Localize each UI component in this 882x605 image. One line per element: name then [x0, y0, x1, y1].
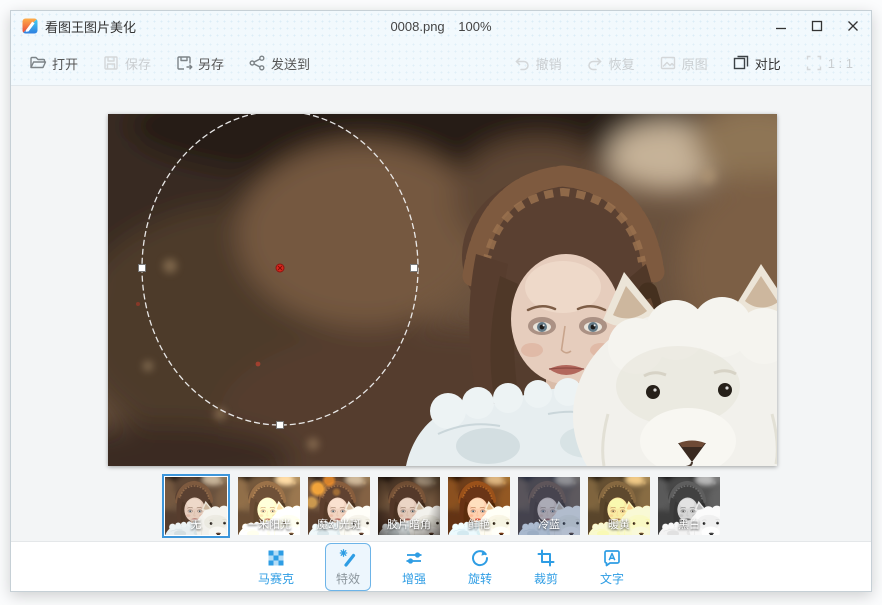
magic-wand-icon [338, 548, 358, 568]
filter-none-preview [165, 477, 227, 535]
undo-label: 撤销 [536, 54, 562, 73]
minimize-icon [775, 20, 787, 32]
filter-cool-blue[interactable]: 冷蓝 [518, 477, 580, 535]
filter-warm-yellow[interactable]: 暖黄 [588, 477, 650, 535]
redo-button[interactable]: 恢复 [586, 54, 635, 73]
main-toolbar: 打开 保存 另存 发送到 撤销 恢复 [11, 41, 871, 86]
selection-center-marker[interactable] [276, 264, 284, 272]
document-title: 0008.png 100% [11, 19, 871, 34]
save-as-button[interactable]: 另存 [175, 54, 224, 73]
tool-text[interactable]: 文字 [589, 543, 635, 591]
send-to-label: 发送到 [271, 54, 310, 73]
tool-enhance[interactable]: 增强 [391, 543, 437, 591]
maximize-icon [811, 20, 823, 32]
undo-button[interactable]: 撤销 [513, 54, 562, 73]
selection-handle-left[interactable] [139, 265, 146, 272]
toolbar-right-group: 撤销 恢复 原图 对比 1 : 1 [513, 54, 853, 73]
save-icon [102, 54, 120, 72]
filter-vivid[interactable]: 鲜艳 [448, 477, 510, 535]
close-icon [847, 20, 859, 32]
close-button[interactable] [835, 11, 871, 41]
filter-film-vignette-preview [378, 477, 440, 535]
tool-mosaic[interactable]: 马赛克 [247, 543, 305, 591]
app-identity: 看图王图片美化 [11, 17, 136, 36]
crop-icon [536, 548, 556, 568]
filter-magic-bokeh[interactable]: 魔幻光斑 [308, 477, 370, 535]
filter-cool-blue-preview [518, 477, 580, 535]
sliders-icon [404, 548, 424, 568]
rotate-icon [470, 548, 490, 568]
minimize-button[interactable] [763, 11, 799, 41]
save-as-label: 另存 [198, 54, 224, 73]
selection-overlay[interactable] [108, 114, 777, 466]
app-logo-icon [22, 18, 38, 34]
photo-canvas[interactable] [108, 114, 777, 466]
tool-enhance-label: 增强 [402, 570, 426, 587]
redo-label: 恢复 [609, 54, 635, 73]
filter-sunshine[interactable]: 一米阳光 [238, 477, 300, 535]
tool-mosaic-label: 马赛克 [258, 570, 294, 587]
filter-sunshine-preview [238, 477, 300, 535]
tool-rotate-label: 旋转 [468, 570, 492, 587]
compare-icon [732, 54, 750, 72]
filter-film-vignette[interactable]: 胶片暗角 [378, 477, 440, 535]
original-image-icon [659, 54, 677, 72]
tool-crop[interactable]: 裁剪 [523, 543, 569, 591]
tool-effects-label: 特效 [336, 570, 360, 587]
file-name: 0008.png [390, 19, 444, 34]
save-button[interactable]: 保存 [102, 54, 151, 73]
maximize-button[interactable] [799, 11, 835, 41]
tool-effects[interactable]: 特效 [325, 543, 371, 591]
selection-handle-bottom[interactable] [277, 422, 284, 429]
filter-magic-bokeh-preview [308, 477, 370, 535]
undo-icon [513, 54, 531, 72]
window-controls [763, 11, 871, 41]
toolbar-left-group: 打开 保存 另存 发送到 [29, 54, 310, 73]
filter-black-white[interactable]: 黑白 [658, 477, 720, 535]
zoom-level: 100% [458, 19, 491, 34]
text-icon [602, 548, 622, 568]
tool-rotate[interactable]: 旋转 [457, 543, 503, 591]
tool-text-label: 文字 [600, 570, 624, 587]
one-to-one-label: 1 : 1 [828, 56, 853, 71]
tools-bar: 马赛克 特效 增强 [11, 541, 871, 591]
original-image-button[interactable]: 原图 [659, 54, 708, 73]
folder-open-icon [29, 54, 47, 72]
redo-icon [586, 54, 604, 72]
original-image-label: 原图 [682, 54, 708, 73]
tool-crop-label: 裁剪 [534, 570, 558, 587]
open-label: 打开 [52, 54, 78, 73]
open-button[interactable]: 打开 [29, 54, 78, 73]
compare-label: 对比 [755, 54, 781, 73]
one-to-one-icon [805, 54, 823, 72]
app-window: 看图王图片美化 0008.png 100% 打开 [10, 10, 872, 592]
share-icon [248, 54, 266, 72]
selection-handle-right[interactable] [411, 265, 418, 272]
filter-strip: 无 一米阳光 魔幻光斑 胶片暗角 鲜艳 [11, 473, 871, 539]
filter-none[interactable]: 无 [162, 474, 230, 538]
save-label: 保存 [125, 54, 151, 73]
one-to-one-button[interactable]: 1 : 1 [805, 54, 853, 72]
title-bar: 看图王图片美化 0008.png 100% [11, 11, 871, 41]
app-title: 看图王图片美化 [45, 17, 136, 36]
editor-content: 无 一米阳光 魔幻光斑 胶片暗角 鲜艳 [11, 86, 871, 541]
send-to-button[interactable]: 发送到 [248, 54, 310, 73]
filter-black-white-preview [658, 477, 720, 535]
compare-button[interactable]: 对比 [732, 54, 781, 73]
save-as-icon [175, 54, 193, 72]
mosaic-icon [266, 548, 286, 568]
filter-warm-yellow-preview [588, 477, 650, 535]
filter-vivid-preview [448, 477, 510, 535]
